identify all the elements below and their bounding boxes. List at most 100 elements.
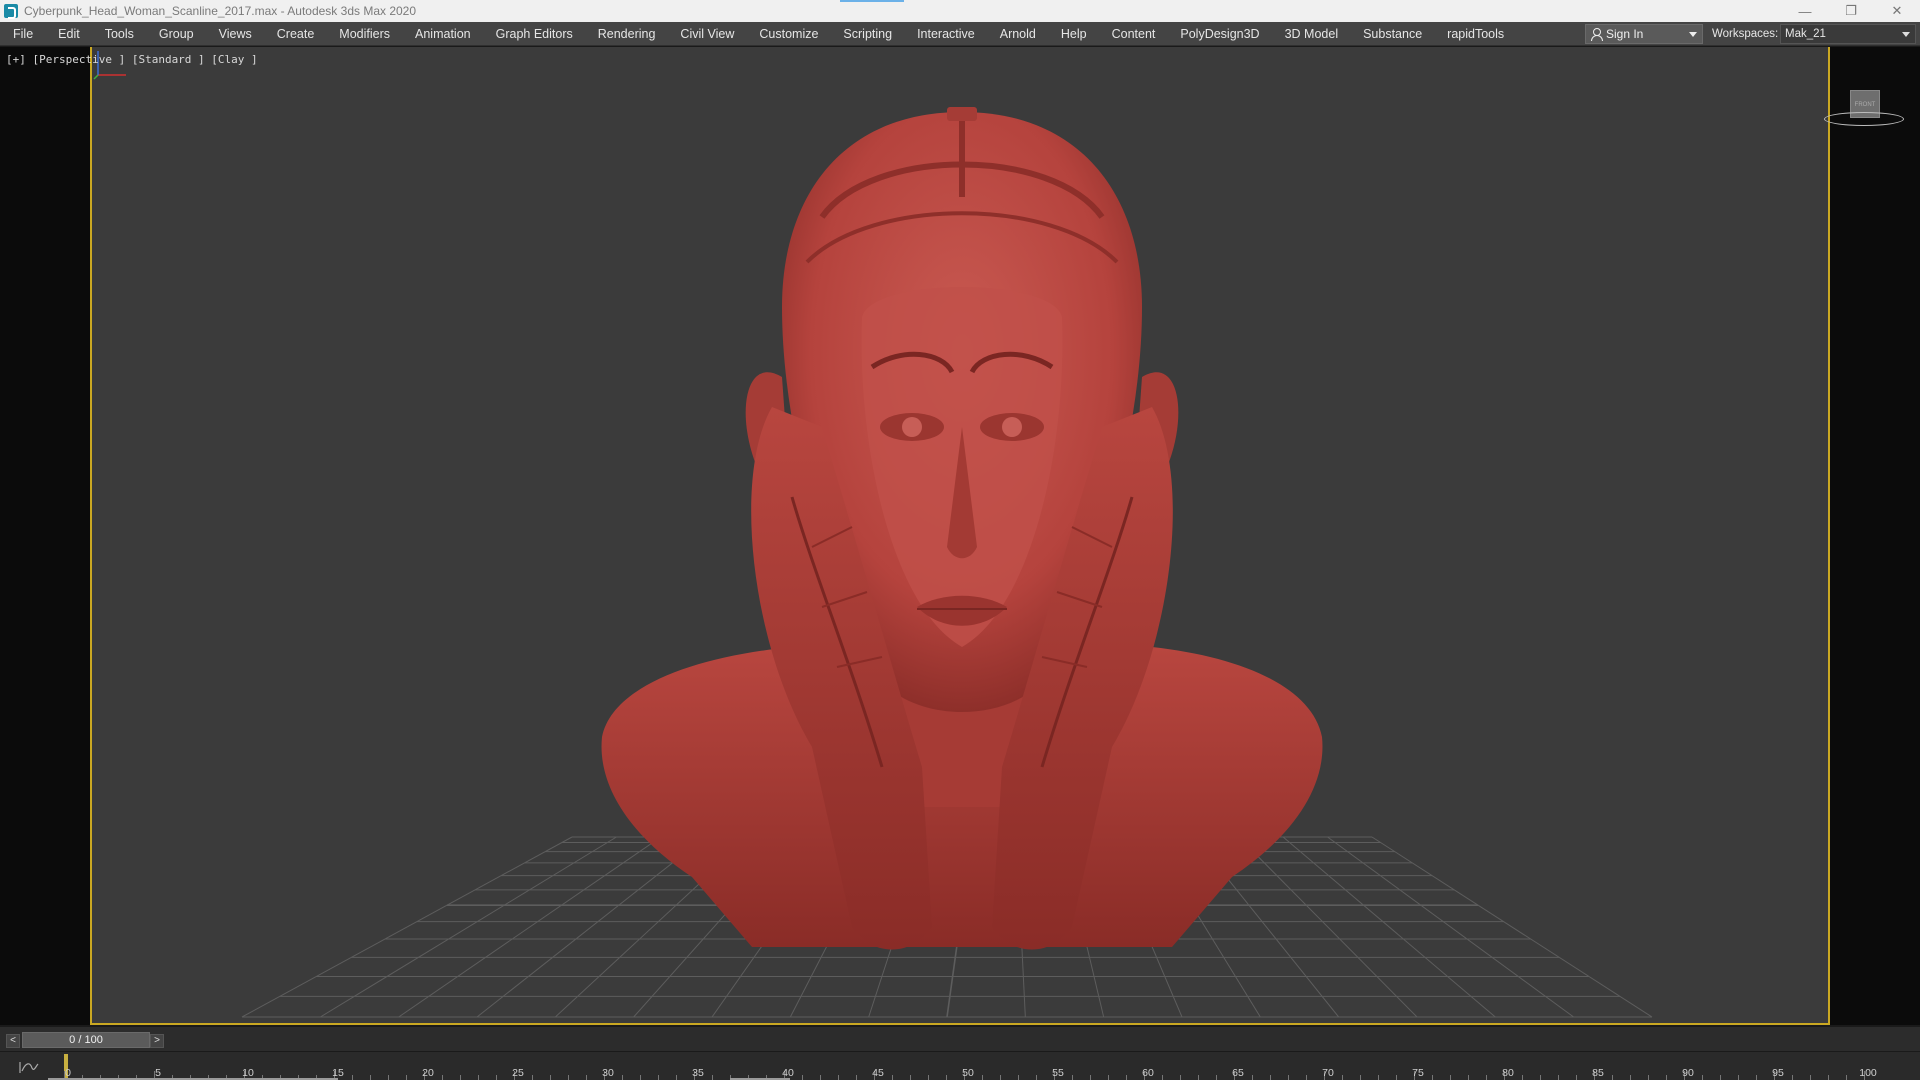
menu-item-file[interactable]: File (0, 22, 45, 46)
menu-item-arnold[interactable]: Arnold (987, 22, 1048, 46)
timeline-tick (1486, 1075, 1487, 1080)
timeline-tick (928, 1075, 929, 1080)
timeline-tick (1792, 1075, 1793, 1080)
timeline-tick-label: 60 (1142, 1067, 1154, 1079)
menu-item-scripting[interactable]: Scripting (830, 22, 904, 46)
menu-item-tools[interactable]: Tools (92, 22, 146, 46)
timeline-tick (1090, 1075, 1091, 1080)
timeline-tick-label: 55 (1052, 1067, 1064, 1079)
timeline-tick (1558, 1075, 1559, 1080)
viewcube-ring[interactable] (1824, 112, 1904, 126)
timeline-tick (1036, 1075, 1037, 1080)
menu-item-help[interactable]: Help (1048, 22, 1099, 46)
grid-line (1327, 836, 1574, 1018)
timeline-tick (892, 1075, 893, 1080)
perspective-viewport[interactable] (90, 47, 1830, 1025)
timeline-tick (496, 1075, 497, 1080)
timeline-tick (820, 1075, 821, 1080)
timeline-tick (388, 1075, 389, 1080)
timeline-tick (1018, 1075, 1019, 1080)
timeline-tick (838, 1075, 839, 1080)
timeline-tick (568, 1075, 569, 1080)
viewport-scene (241, 107, 1653, 1018)
timeline-tick (1540, 1075, 1541, 1080)
curve-editor-icon[interactable] (18, 1060, 40, 1074)
viewcube-icon[interactable]: FRONT (1824, 84, 1904, 134)
timeline-tick-label: 30 (602, 1067, 614, 1079)
timeline-tick (1252, 1075, 1253, 1080)
timeline-tick (1612, 1075, 1613, 1080)
menu-item-polydesign3d[interactable]: PolyDesign3D (1167, 22, 1271, 46)
menu-item-interactive[interactable]: Interactive (904, 22, 987, 46)
menu-item-views[interactable]: Views (206, 22, 264, 46)
menu-item-customize[interactable]: Customize (746, 22, 830, 46)
sculpted-head-model[interactable] (601, 107, 1323, 950)
timeline-tick (1630, 1075, 1631, 1080)
viewport-label-menu[interactable]: [+] [Perspective ] [Standard ] [Clay ] (6, 53, 258, 66)
timeline-tick (1162, 1075, 1163, 1080)
grid-line (1282, 836, 1496, 1018)
timeline-tick-label: 45 (872, 1067, 884, 1079)
menu-item-modifiers[interactable]: Modifiers (326, 22, 402, 46)
timeline-tick-label: 70 (1322, 1067, 1334, 1079)
menu-bar: File Edit Tools Group Views Create Modifiers An… (0, 22, 1920, 46)
grid-line (476, 836, 706, 1018)
menu-item-civil-view[interactable]: Civil View (667, 22, 746, 46)
timeline-tick (1216, 1075, 1217, 1080)
timeline-tick (550, 1075, 551, 1080)
menu-item-rendering[interactable]: Rendering (585, 22, 668, 46)
grid-line (241, 836, 573, 1018)
timeline-tick (1396, 1075, 1397, 1080)
menu-item-substance[interactable]: Substance (1350, 22, 1434, 46)
timeline-tick (1288, 1075, 1289, 1080)
timeline-tick (1072, 1075, 1073, 1080)
time-slider[interactable]: 0 / 100 (22, 1032, 150, 1048)
timeline-tick (370, 1075, 371, 1080)
timeline-tick (1720, 1075, 1721, 1080)
sign-in-dropdown[interactable]: Sign In (1585, 24, 1703, 44)
app-icon[interactable] (4, 4, 18, 19)
timeline-tick (406, 1075, 407, 1080)
menu-item-animation[interactable]: Animation (402, 22, 483, 46)
menu-item-graph-editors[interactable]: Graph Editors (483, 22, 585, 46)
timeline-tick (1108, 1075, 1109, 1080)
timeline-tick (802, 1075, 803, 1080)
left-viewport-gutter (0, 47, 90, 1025)
chevron-down-icon (1902, 32, 1910, 37)
timeline-tick (1666, 1075, 1667, 1080)
timeline-tick (1342, 1075, 1343, 1080)
window-controls: — ❐ ✕ (1782, 0, 1920, 22)
close-button[interactable]: ✕ (1874, 0, 1920, 22)
timeline-tick-label: 50 (962, 1067, 974, 1079)
timeline-tick-label: 20 (422, 1067, 434, 1079)
timeline-tick (622, 1075, 623, 1080)
grid-line (398, 836, 662, 1018)
timeline-tick (478, 1075, 479, 1080)
menu-item-group[interactable]: Group (146, 22, 206, 46)
workspaces-label: Workspaces: (1712, 28, 1779, 40)
menu-item-content[interactable]: Content (1099, 22, 1168, 46)
window-title: Cyberpunk_Head_Woman_Scanline_2017.max -… (24, 4, 417, 18)
minimize-button[interactable]: — (1782, 0, 1828, 22)
next-frame-button[interactable]: > (150, 1034, 164, 1048)
prev-frame-button[interactable]: < (6, 1034, 20, 1048)
timeline-tick (1576, 1075, 1577, 1080)
grid-line (1371, 836, 1653, 1018)
sign-in-label: Sign In (1606, 27, 1644, 41)
timeline-tick (586, 1075, 587, 1080)
menu-item-create[interactable]: Create (264, 22, 327, 46)
menu-item-edit[interactable]: Edit (45, 22, 92, 46)
menu-item-3d-model[interactable]: 3D Model (1272, 22, 1351, 46)
timeline-tick-label: 90 (1682, 1067, 1694, 1079)
track-bar[interactable]: 0 5 10 15 20 25 30 35 40 45 50 55 60 65 70 75 80 85 90 95 10… (0, 1051, 1920, 1080)
timeline-tick (1522, 1075, 1523, 1080)
timeline-tick (946, 1075, 947, 1080)
timeline-tick (1702, 1075, 1703, 1080)
restore-button[interactable]: ❐ (1828, 0, 1874, 22)
menu-items: File Edit Tools Group Views Create Modifiers An… (0, 22, 1516, 46)
timeline-tick (982, 1075, 983, 1080)
timeline-tick-label: 100 (1859, 1067, 1877, 1079)
timeline-tick-label: 75 (1412, 1067, 1424, 1079)
menu-item-rapidtools[interactable]: rapidTools (1434, 22, 1516, 46)
workspace-select[interactable]: Mak_21 (1780, 24, 1916, 44)
